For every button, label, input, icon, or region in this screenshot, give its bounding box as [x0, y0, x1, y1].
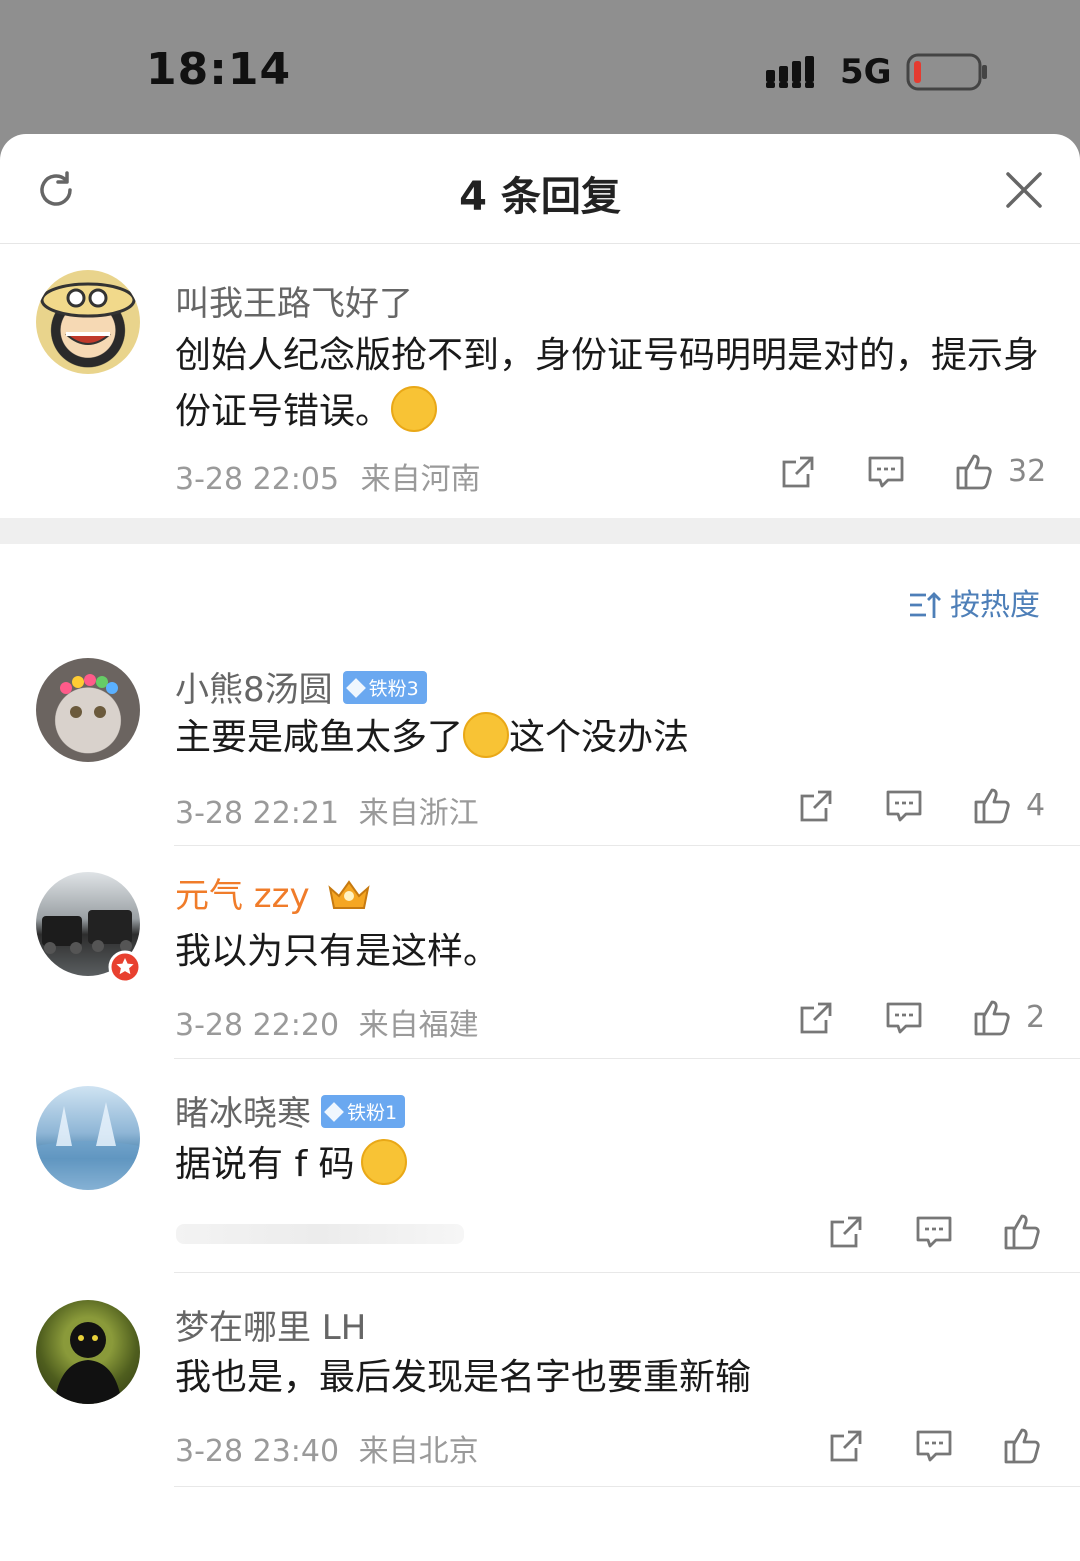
divider [174, 1272, 1080, 1273]
section-divider [0, 518, 1080, 544]
share-icon[interactable] [826, 1212, 866, 1252]
laugh-cry-emoji-icon [463, 712, 510, 758]
like-icon[interactable] [972, 998, 1012, 1038]
reply-actions: 4 [796, 786, 1056, 830]
avatar-portrait-icon [40, 282, 136, 345]
avatar[interactable] [36, 658, 140, 762]
fan-badge: 铁粉1 [321, 1095, 406, 1128]
reply-meta: 3-28 23:40 来自北京 [175, 1426, 479, 1470]
comment-text: 创始人纪念版抢不到，身份证号码明明是对的，提示身份证号错误。 [175, 328, 1045, 440]
like-icon[interactable] [954, 452, 994, 492]
signal-icon [766, 56, 814, 88]
blurred-meta [176, 1224, 464, 1244]
crying-emoji-icon [391, 386, 438, 432]
avatar-silhouette-icon [54, 1322, 122, 1404]
battery-icon [906, 53, 987, 91]
reply-location: 来自浙江 [358, 796, 479, 831]
avatar[interactable] [36, 1300, 140, 1404]
like-icon[interactable] [972, 786, 1012, 826]
like-icon[interactable] [1002, 1212, 1042, 1252]
reply-text-body: 据说有 f 码 [175, 1144, 355, 1185]
share-icon[interactable] [778, 452, 818, 492]
reply-text: 主要是咸鱼太多了 这个没办法 [175, 710, 1045, 766]
reply-text: 我以为只有是这样。 [175, 931, 500, 972]
reply-username[interactable]: 睹冰晓寒 铁粉1 [175, 1086, 406, 1135]
fan-badge: 铁粉3 [342, 671, 427, 704]
reply-actions [826, 1212, 1056, 1256]
status-bar: 18:14 5G [0, 0, 1080, 134]
reply-time: 3-28 23:40 [175, 1434, 340, 1469]
divider [174, 1486, 1080, 1487]
diamond-icon [324, 1102, 344, 1122]
reply-username[interactable]: 梦在哪里 LH [175, 1300, 366, 1349]
like-icon[interactable] [1002, 1426, 1042, 1466]
vip-crown-icon [328, 879, 371, 909]
reply-text-after: 这个没办法 [509, 717, 690, 758]
reply-meta: 3-28 22:20 来自福建 [175, 1000, 479, 1044]
reply-username-text: 小熊8汤圆 [175, 670, 333, 710]
status-time: 18:14 [146, 44, 292, 95]
reply-icon[interactable] [884, 998, 924, 1038]
comment-time: 3-28 22:05 [175, 462, 340, 497]
comment-actions: 32 [778, 452, 1058, 496]
sheet-header: 4 条回复 [0, 134, 1080, 244]
like-count: 4 [1026, 788, 1046, 823]
reply-icon[interactable] [884, 786, 924, 826]
fan-badge-label: 铁粉3 [368, 678, 419, 700]
reply-actions: 2 [796, 998, 1056, 1042]
reply-text-before: 主要是咸鱼太多了 [175, 717, 464, 758]
share-icon[interactable] [796, 998, 836, 1038]
network-type: 5G [840, 52, 892, 92]
comment-text-body: 创始人纪念版抢不到，身份证号码明明是对的，提示身份证号错误。 [175, 335, 1040, 432]
share-icon[interactable] [826, 1426, 866, 1466]
reply-icon[interactable] [866, 452, 906, 492]
reply-time: 3-28 22:20 [175, 1008, 340, 1043]
laughing-emoji-icon [360, 1139, 407, 1185]
comment-meta: 3-28 22:05 来自河南 [175, 454, 481, 498]
avatar[interactable] [36, 1086, 140, 1190]
reply-icon[interactable] [914, 1212, 954, 1252]
like-count: 32 [1008, 454, 1047, 489]
diamond-icon [345, 678, 366, 698]
sort-button[interactable]: 按热度 [908, 580, 1040, 624]
reply-username[interactable]: 元气 zzy [175, 868, 372, 917]
main-comment: 叫我王路飞好了 创始人纪念版抢不到，身份证号码明明是对的，提示身份证号错误。 3… [0, 244, 1080, 518]
reply-time: 3-28 22:21 [175, 796, 340, 831]
reply-username-text: 元气 zzy [175, 876, 310, 916]
verified-icon [108, 950, 142, 984]
avatar-winter-icon [36, 1102, 140, 1190]
reply-username-text: 睹冰晓寒 [175, 1094, 311, 1134]
reply-text: 据说有 f 码 [175, 1137, 1045, 1193]
comment-username[interactable]: 叫我王路飞好了 [175, 276, 413, 325]
share-icon[interactable] [796, 786, 836, 826]
reply-item: 小熊8汤圆 铁粉3 主要是咸鱼太多了 这个没办法 3-28 22:21 来自浙江 4 [0, 644, 1080, 846]
avatar[interactable] [36, 270, 140, 374]
replies-sheet: 4 条回复 叫我王路飞好了 创始人纪念版抢不到，身份证号码明明是对的，提示身份证… [0, 134, 1080, 1561]
reply-meta: 3-28 22:21 来自浙江 [175, 788, 479, 832]
sheet-title: 4 条回复 [459, 174, 621, 220]
reply-location: 来自福建 [358, 1008, 479, 1043]
divider [174, 1058, 1080, 1059]
sort-icon [910, 591, 941, 618]
comment-location: 来自河南 [360, 462, 481, 497]
fan-badge-label: 铁粉1 [347, 1102, 398, 1124]
close-icon[interactable] [1004, 170, 1044, 210]
like-count: 2 [1026, 1000, 1046, 1035]
reply-icon[interactable] [914, 1426, 954, 1466]
sort-label: 按热度 [950, 588, 1040, 623]
avatar-cat-icon [60, 674, 118, 718]
reply-username[interactable]: 小熊8汤圆 铁粉3 [175, 662, 427, 711]
reply-location: 来自北京 [358, 1434, 479, 1469]
reply-text: 我也是，最后发现是名字也要重新输 [175, 1357, 752, 1398]
reply-actions [826, 1426, 1056, 1470]
